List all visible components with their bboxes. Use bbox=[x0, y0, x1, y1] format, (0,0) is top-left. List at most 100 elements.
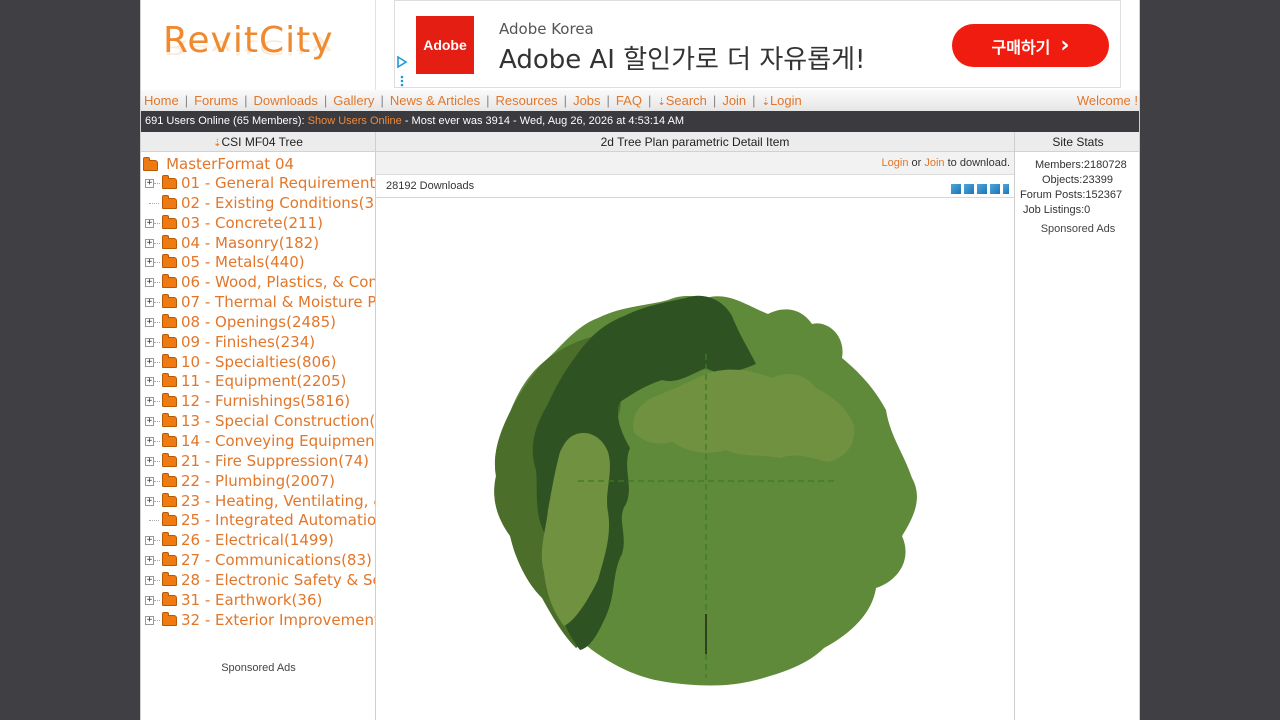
banner-ad[interactable]: Adobe Adobe Korea Adobe AI 할인가로 더 자유롭게! … bbox=[394, 0, 1121, 88]
expand-icon[interactable]: + bbox=[145, 436, 154, 446]
nav-forums[interactable]: Forums bbox=[194, 93, 238, 108]
tree-item[interactable]: +26 - Electrical(1499) bbox=[141, 530, 375, 550]
expand-icon[interactable]: + bbox=[145, 417, 154, 427]
tree-item[interactable]: +05 - Metals(440) bbox=[141, 252, 375, 272]
tree-item-label: 32 - Exterior Improvements bbox=[181, 610, 376, 629]
nav-downloads[interactable]: Downloads bbox=[254, 93, 318, 108]
tree-item[interactable]: +31 - Earthwork(36) bbox=[141, 590, 375, 610]
chevron-right-icon: › bbox=[1060, 32, 1070, 58]
nav-separator: | bbox=[563, 93, 568, 108]
expand-icon[interactable]: + bbox=[145, 298, 154, 308]
folder-icon bbox=[162, 274, 177, 289]
nav-home[interactable]: Home bbox=[144, 93, 179, 108]
tree-item[interactable]: +08 - Openings(2485) bbox=[141, 312, 375, 332]
tree-item-label: 26 - Electrical(1499) bbox=[181, 531, 334, 550]
users-online-text: 691 Users Online (65 Members): bbox=[145, 115, 308, 127]
tree-item[interactable]: +07 - Thermal & Moisture Pro bbox=[141, 292, 375, 312]
expand-icon[interactable]: + bbox=[145, 278, 154, 288]
expand-icon[interactable]: + bbox=[145, 536, 154, 546]
tree-item[interactable]: +04 - Masonry(182) bbox=[141, 233, 375, 253]
star-icon bbox=[964, 184, 974, 194]
csi-tree-header[interactable]: ⇣CSI MF04 Tree bbox=[141, 132, 375, 152]
nav-join[interactable]: Join bbox=[722, 93, 746, 108]
folder-icon bbox=[162, 294, 177, 309]
expand-icon[interactable]: + bbox=[145, 476, 154, 486]
site-stats-header: Site Stats bbox=[1015, 132, 1139, 152]
adchoices-icon[interactable] bbox=[395, 55, 409, 90]
tree-item[interactable]: +22 - Plumbing(2007) bbox=[141, 471, 375, 491]
csi-tree-title: CSI MF04 Tree bbox=[221, 135, 303, 149]
ad-buy-button[interactable]: 구매하기 › bbox=[952, 24, 1109, 67]
expand-icon[interactable]: + bbox=[145, 595, 154, 605]
folder-icon bbox=[162, 452, 177, 467]
tree-connector bbox=[154, 579, 160, 581]
tree-item[interactable]: +14 - Conveying Equipment( bbox=[141, 431, 375, 451]
tree-item[interactable]: +27 - Communications(83) bbox=[141, 550, 375, 570]
left-sponsored-ads: Sponsored Ads bbox=[221, 662, 296, 674]
stat-forum-posts: Forum Posts:152367 bbox=[1020, 189, 1123, 201]
tree-item[interactable]: +12 - Furnishings(5816) bbox=[141, 391, 375, 411]
tree-item[interactable]: +10 - Specialties(806) bbox=[141, 352, 375, 372]
tree-item[interactable]: +28 - Electronic Safety & Sec bbox=[141, 570, 375, 590]
tree-item-label: 09 - Finishes(234) bbox=[181, 332, 316, 351]
most-ever-text: - Most ever was 3914 - Wed, Aug 26, 2026… bbox=[401, 115, 685, 127]
tree-item-label: 28 - Electronic Safety & Sec bbox=[181, 570, 376, 589]
header: RevitCity RevitCity Adobe Adobe Korea Ad… bbox=[141, 0, 1139, 90]
tree-item-label: 14 - Conveying Equipment( bbox=[181, 431, 376, 450]
expand-icon[interactable]: + bbox=[145, 556, 154, 566]
tree-connector bbox=[154, 282, 160, 284]
tree-item[interactable]: 02 - Existing Conditions(35) bbox=[141, 193, 375, 213]
expand-icon[interactable]: + bbox=[145, 238, 154, 248]
nav-separator: | bbox=[752, 93, 756, 108]
tree-item[interactable]: +23 - Heating, Ventilating, & bbox=[141, 491, 375, 511]
tree-item[interactable]: +01 - General Requirements( bbox=[141, 173, 375, 193]
folder-icon bbox=[162, 611, 177, 626]
expand-icon[interactable]: + bbox=[145, 317, 154, 327]
nav-login[interactable]: Login bbox=[770, 93, 802, 108]
tree-item[interactable]: +03 - Concrete(211) bbox=[141, 213, 375, 233]
tree-connector bbox=[154, 460, 160, 462]
main-nav: Home | Forums | Downloads | Gallery | News & Art… bbox=[141, 90, 1139, 111]
expand-icon[interactable]: + bbox=[145, 357, 154, 367]
nav-news-articles[interactable]: News & Articles bbox=[390, 93, 480, 108]
join-link[interactable]: Join bbox=[924, 157, 944, 169]
tree-item[interactable]: +21 - Fire Suppression(74) bbox=[141, 451, 375, 471]
expand-icon[interactable]: + bbox=[145, 456, 154, 466]
tree-item[interactable]: +06 - Wood, Plastics, & Comp bbox=[141, 272, 375, 292]
tree-item-label: 25 - Integrated Automation bbox=[181, 511, 376, 530]
tree-item[interactable]: +32 - Exterior Improvements bbox=[141, 610, 375, 630]
download-count: 28192 Downloads bbox=[386, 180, 475, 192]
expand-icon[interactable]: + bbox=[145, 258, 154, 268]
tree-item[interactable]: +13 - Special Construction(15 bbox=[141, 411, 375, 431]
nav-faq[interactable]: FAQ bbox=[616, 93, 642, 108]
expand-icon[interactable]: + bbox=[145, 179, 154, 188]
tree-item-label: 06 - Wood, Plastics, & Comp bbox=[181, 273, 376, 292]
tree-item[interactable]: +11 - Equipment(2205) bbox=[141, 371, 375, 391]
ad-buy-label: 구매하기 bbox=[991, 37, 1051, 57]
tree-root[interactable]: MasterFormat 04 bbox=[141, 153, 375, 173]
expand-icon[interactable]: + bbox=[145, 337, 154, 347]
nav-welcome[interactable]: Welcome ! bbox=[1077, 90, 1138, 111]
login-link[interactable]: Login bbox=[882, 157, 909, 169]
tree-item[interactable]: +09 - Finishes(234) bbox=[141, 332, 375, 352]
login-to-download: Login or Join to download. bbox=[376, 152, 1014, 175]
expand-icon[interactable]: + bbox=[145, 575, 154, 585]
folder-icon bbox=[162, 373, 177, 388]
expand-icon[interactable]: + bbox=[145, 377, 154, 387]
expand-icon[interactable]: + bbox=[145, 218, 154, 228]
tree-item[interactable]: 25 - Integrated Automation bbox=[141, 510, 375, 530]
star-icon bbox=[990, 184, 1000, 194]
expand-icon[interactable]: + bbox=[145, 397, 154, 407]
expand-icon[interactable]: + bbox=[145, 615, 154, 625]
to-download-text: to download. bbox=[944, 157, 1010, 169]
nav-resources[interactable]: Resources bbox=[496, 93, 558, 108]
tree-item-label: 03 - Concrete(211) bbox=[181, 213, 323, 232]
nav-search[interactable]: Search bbox=[666, 93, 707, 108]
site-logo[interactable]: RevitCity RevitCity bbox=[141, 0, 376, 90]
show-users-online-link[interactable]: Show Users Online bbox=[308, 115, 402, 127]
tree-root-label: MasterFormat 04 bbox=[166, 154, 295, 173]
folder-icon bbox=[162, 432, 177, 447]
expand-icon[interactable]: + bbox=[145, 496, 154, 506]
nav-gallery[interactable]: Gallery bbox=[333, 93, 374, 108]
nav-jobs[interactable]: Jobs bbox=[573, 93, 600, 108]
